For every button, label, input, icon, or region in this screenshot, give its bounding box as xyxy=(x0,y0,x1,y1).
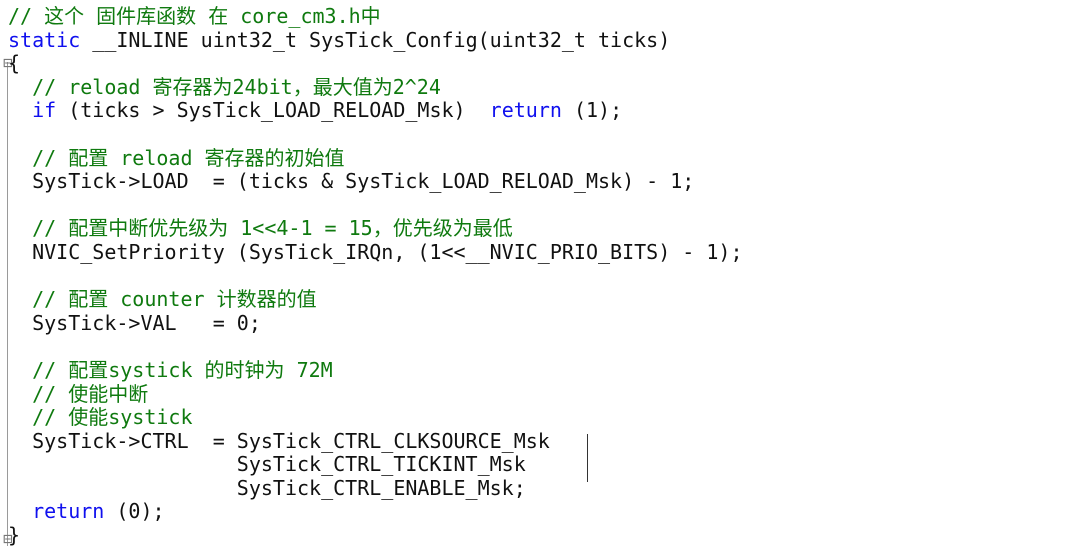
keyword-token: if xyxy=(8,98,57,123)
text-token: NVIC_SetPriority (SysTick_IRQn, (1<<__NV… xyxy=(8,239,743,264)
code-line[interactable]: return (0); xyxy=(8,500,1068,524)
comment-token: // 使能systick xyxy=(8,405,193,430)
code-line[interactable]: // reload 寄存器为24bit，最大值为2^24 xyxy=(8,74,1068,100)
text-token: (1); xyxy=(561,98,623,123)
text-token: SysTick->CTRL = SysTick_CTRL_CLKSOURCE_M… xyxy=(8,428,550,453)
code-line[interactable]: SysTick_CTRL_TICKINT_Msk xyxy=(8,452,1068,477)
text-token: SysTick_CTRL_ENABLE_Msk; xyxy=(8,475,526,500)
code-line[interactable]: // 这个 固件库函数 在 core_cm3.h中 xyxy=(8,4,1068,29)
comment-token: // 配置systick 的时钟为 72M xyxy=(8,357,333,382)
text-token: } xyxy=(8,523,21,548)
keyword-token: static xyxy=(8,27,81,52)
comment-token: // 使能中断 xyxy=(8,381,149,406)
code-line[interactable] xyxy=(8,123,1068,147)
code-line[interactable]: // 使能中断 xyxy=(8,381,1068,407)
code-line[interactable] xyxy=(8,265,1068,289)
code-line[interactable]: static __INLINE uint32_t SysTick_Config(… xyxy=(8,27,1068,53)
code-line[interactable] xyxy=(8,194,1068,218)
text-token: (ticks > SysTick_LOAD_RELOAD_Msk) xyxy=(56,98,490,123)
comment-token: // 配置 reload 寄存器的初始值 xyxy=(8,145,345,170)
text-cursor xyxy=(587,434,588,482)
code-line[interactable]: } xyxy=(8,523,1068,548)
code-line[interactable]: // 配置systick 的时钟为 72M xyxy=(8,357,1068,383)
comment-token: // 配置中断优先级为 1<<4-1 = 15，优先级为最低 xyxy=(8,216,513,241)
comment-token: // 配置 counter 计数器的值 xyxy=(8,287,317,312)
text-token: SysTick->LOAD = (ticks & SysTick_LOAD_RE… xyxy=(8,169,695,194)
code-line[interactable]: SysTick->LOAD = (ticks & SysTick_LOAD_RE… xyxy=(8,169,1068,194)
code-editor[interactable]: ⊟ ⊟ // 这个 固件库函数 在 core_cm3.h中 static __IN… xyxy=(0,0,1075,558)
text-token: (0); xyxy=(104,499,165,524)
code-line[interactable]: // 使能systick xyxy=(8,405,1068,430)
code-line[interactable]: if (ticks > SysTick_LOAD_RELOAD_Msk) ret… xyxy=(8,99,1068,123)
comment-token: // 这个 固件库函数 在 core_cm3.h中 xyxy=(8,4,381,28)
keyword-token: return xyxy=(489,98,562,123)
text-token: { xyxy=(8,51,21,76)
text-token: __INLINE uint32_t SysTick_Config(uint32_… xyxy=(80,27,671,52)
code-line[interactable]: // 配置中断优先级为 1<<4-1 = 15，优先级为最低 xyxy=(8,217,1068,241)
code-line[interactable]: SysTick->VAL = 0; xyxy=(8,310,1068,336)
code-line[interactable]: // 配置 counter 计数器的值 xyxy=(8,287,1068,312)
keyword-token: return xyxy=(8,499,105,524)
code-line[interactable]: SysTick_CTRL_ENABLE_Msk; xyxy=(8,475,1068,501)
code-line[interactable]: NVIC_SetPriority (SysTick_IRQn, (1<<__NV… xyxy=(8,239,1068,265)
code-line[interactable]: { xyxy=(8,51,1068,76)
code-line[interactable]: SysTick->CTRL = SysTick_CTRL_CLKSOURCE_M… xyxy=(8,428,1068,454)
code-line[interactable]: // 配置 reload 寄存器的初始值 xyxy=(8,145,1068,171)
text-token: SysTick_CTRL_TICKINT_Msk xyxy=(8,452,526,477)
source-code[interactable]: // 这个 固件库函数 在 core_cm3.h中 static __INLINE… xyxy=(8,4,1068,548)
comment-token: // reload 寄存器为24bit，最大值为2^24 xyxy=(8,74,441,99)
text-token: SysTick->VAL = 0; xyxy=(8,310,261,335)
code-line[interactable] xyxy=(8,335,1068,359)
